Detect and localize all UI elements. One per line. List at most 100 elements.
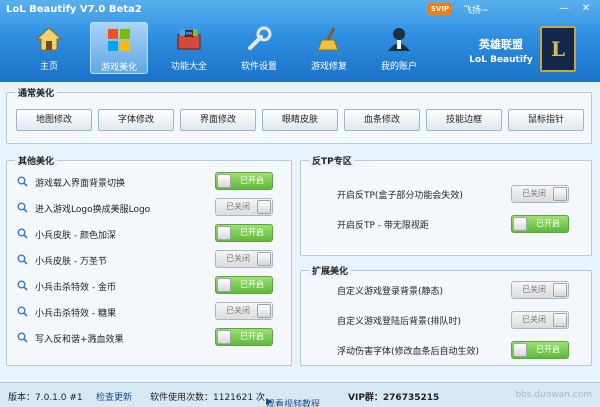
nav-game-beautify[interactable]: 游戏美化: [90, 22, 148, 74]
brand-title: 英雄联盟: [479, 38, 523, 51]
list-item: 浮动伤害字体(修改血条后自动生效) 已开启: [301, 335, 591, 365]
option-label: 进入游戏Logo换成美服Logo: [35, 205, 151, 215]
toggle-switch[interactable]: 已开启: [511, 341, 569, 359]
list-item: 自定义游戏登陆后背景(排队时) 已关闭: [301, 305, 591, 335]
nav-account[interactable]: 我的账户: [370, 22, 428, 74]
option-label: 小兵皮肤 - 万圣节: [35, 257, 107, 267]
toggle-switch[interactable]: 已开启: [215, 276, 273, 294]
mouse-cursor-button[interactable]: 鼠标指针: [508, 109, 584, 131]
toggle-state: 已关闭: [522, 315, 546, 324]
toggle-knob: [217, 226, 231, 240]
magnifier-icon: [17, 202, 28, 213]
minimize-icon[interactable]: —: [554, 2, 574, 16]
common-panel: 通常美化 地图修改 字体修改 界面修改 眼睛皮肤 血条修改 技能边框 鼠标指针: [6, 86, 592, 144]
title-bar: LoL Beautify V7.0 Beta2 SVIP 飞扬~ — ✕ 主页 …: [0, 0, 600, 82]
user-name[interactable]: 飞扬~: [463, 3, 489, 16]
toggle-knob: [257, 304, 271, 318]
toggle-switch[interactable]: 已关闭: [215, 198, 273, 216]
nav-settings[interactable]: 软件设置: [230, 22, 288, 74]
option-label: 小兵击杀特效 - 糖果: [35, 309, 116, 319]
toggle-knob: [217, 278, 231, 292]
close-icon[interactable]: ✕: [576, 2, 596, 16]
toggle-switch[interactable]: 已关闭: [511, 185, 569, 203]
list-item: 自定义游戏登录背景(静态) 已关闭: [301, 275, 591, 305]
magnifier-icon: [17, 306, 28, 317]
usage-count: 软件使用次数：1121621 次: [150, 393, 265, 403]
antitp-options: 开启反TP(盒子部分功能会失效) 已关闭 开启反TP - 带无限视距 已开启: [301, 179, 591, 239]
window-controls: — ✕: [554, 2, 596, 16]
font-modify-button[interactable]: 字体修改: [98, 109, 174, 131]
healthbar-modify-button[interactable]: 血条修改: [344, 109, 420, 131]
nav-label: 软件设置: [240, 62, 277, 72]
toggle-knob: [553, 187, 567, 201]
wrench-icon: [248, 26, 272, 50]
magnifier-icon: [17, 280, 28, 291]
watermark: bbs.duowan.com: [515, 390, 592, 400]
nav-label: 功能大全: [170, 62, 207, 72]
toggle-state: 已关闭: [226, 306, 250, 315]
toggle-state: 已开启: [536, 219, 560, 228]
toggle-switch[interactable]: 已开启: [511, 215, 569, 233]
brand-text: 英雄联盟 LoL Beautify: [466, 36, 536, 65]
toggle-knob: [217, 330, 231, 344]
toggle-state: 已关闭: [226, 202, 250, 211]
skill-border-button[interactable]: 技能边框: [426, 109, 502, 131]
nav-features[interactable]: 功能大全: [160, 22, 218, 74]
home-icon: [35, 27, 63, 51]
other-options: 游戏载入界面背景切换 已开启 进入游戏Logo换成美服Logo 已关闭 小兵皮肤…: [7, 169, 291, 351]
toggle-switch[interactable]: 已关闭: [511, 311, 569, 329]
option-label: 写入反和谐+溅血效果: [35, 335, 124, 345]
main-nav: 主页 游戏美化 功能大全 软件设置 游戏修复 我的账户: [20, 22, 440, 74]
toggle-knob: [513, 343, 527, 357]
other-panel: 其他美化 游戏载入界面背景切换 已开启 进入游戏Logo换成美服Logo 已关闭…: [6, 154, 292, 366]
toggle-state: 已开启: [240, 280, 264, 289]
lol-logo: L: [540, 26, 576, 72]
main-content: 通常美化 地图修改 字体修改 界面修改 眼睛皮肤 血条修改 技能边框 鼠标指针 …: [0, 82, 600, 382]
toggle-state: 已开启: [240, 332, 264, 341]
option-label: 游戏载入界面背景切换: [35, 179, 126, 189]
lol-logo-letter: L: [550, 37, 566, 61]
version-text: 版本：7.0.1.0 #1: [8, 393, 83, 403]
panel-title: 反TP专区: [309, 154, 355, 167]
toggle-switch[interactable]: 已关闭: [215, 302, 273, 320]
option-label: 自定义游戏登录背景(静态): [337, 287, 444, 297]
ui-modify-button[interactable]: 界面修改: [180, 109, 256, 131]
antitp-panel: 反TP专区 开启反TP(盒子部分功能会失效) 已关闭 开启反TP - 带无限视距…: [300, 154, 592, 256]
check-update-link[interactable]: 检查更新: [96, 390, 132, 403]
toggle-knob: [257, 252, 271, 266]
nav-home[interactable]: 主页: [20, 22, 78, 74]
list-item: 小兵击杀特效 - 金币 已开启: [7, 273, 291, 299]
map-modify-button[interactable]: 地图修改: [16, 109, 92, 131]
option-label: 自定义游戏登陆后背景(排队时): [337, 317, 462, 327]
vip-badge: SVIP: [428, 3, 452, 15]
app-title: LoL Beautify V7.0 Beta2: [6, 4, 142, 15]
toggle-switch[interactable]: 已开启: [215, 328, 273, 346]
nav-repair[interactable]: 游戏修复: [300, 22, 358, 74]
option-label: 开启反TP(盒子部分功能会失效): [337, 191, 463, 201]
list-item: 进入游戏Logo换成美服Logo 已关闭: [7, 195, 291, 221]
vip-group: VIP群：276735215: [348, 393, 440, 403]
magnifier-icon: [17, 176, 28, 187]
option-label: 小兵击杀特效 - 金币: [35, 283, 116, 293]
option-label: 小兵皮肤 - 颜色加深: [35, 231, 116, 241]
extend-panel: 扩展美化 自定义游戏登录背景(静态) 已关闭 自定义游戏登陆后背景(排队时) 已…: [300, 264, 592, 366]
toggle-switch[interactable]: 已开启: [215, 172, 273, 190]
extend-options: 自定义游戏登录背景(静态) 已关闭 自定义游戏登陆后背景(排队时) 已关闭 浮动…: [301, 275, 591, 365]
toggle-switch[interactable]: 已开启: [215, 224, 273, 242]
nav-label: 我的账户: [380, 62, 417, 72]
list-item: 开启反TP - 带无限视距 已开启: [301, 209, 591, 239]
status-bar: 版本：7.0.1.0 #1 检查更新 软件使用次数：1121621 次 ▶ 观看…: [0, 382, 600, 407]
toggle-state: 已开启: [536, 345, 560, 354]
panel-title: 其他美化: [15, 154, 58, 167]
toggle-switch[interactable]: 已关闭: [511, 281, 569, 299]
option-label: 浮动伤害字体(修改血条后自动生效): [337, 347, 480, 357]
list-item: 小兵皮肤 - 万圣节 已关闭: [7, 247, 291, 273]
user-icon: [388, 28, 410, 51]
brand-subtitle: LoL Beautify: [469, 55, 533, 65]
toggle-state: 已开启: [240, 176, 264, 185]
toggle-switch[interactable]: 已关闭: [215, 250, 273, 268]
eye-skin-button[interactable]: 眼睛皮肤: [262, 109, 338, 131]
toggle-knob: [217, 174, 231, 188]
list-item: 开启反TP(盒子部分功能会失效) 已关闭: [301, 179, 591, 209]
magnifier-icon: [17, 254, 28, 265]
